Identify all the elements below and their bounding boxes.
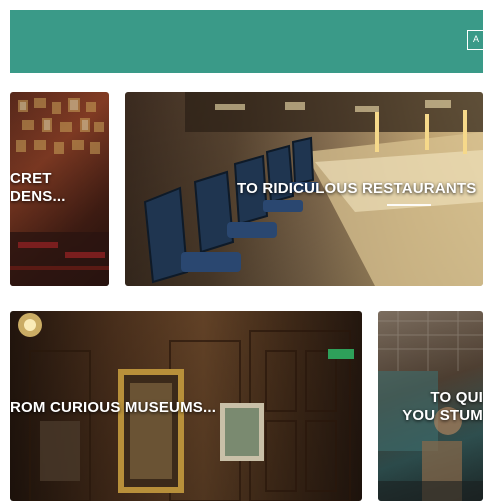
header-banner: [10, 10, 483, 73]
tile-museums-caption: ROM CURIOUS MUSEUMS...: [10, 399, 217, 416]
tile-restaurants[interactable]: TO RIDICULOUS RESTAURANTS: [125, 92, 483, 286]
caption-line: TO QUI: [430, 389, 483, 406]
tile-restaurants-caption: TO RIDICULOUS RESTAURANTS: [237, 180, 476, 206]
tile-quirky[interactable]: TO QUI YOU STUM: [378, 311, 483, 501]
header-menu-button[interactable]: A: [467, 30, 483, 50]
tile-secret-gardens-caption: CRET DENS...: [10, 170, 109, 206]
caption-line: YOU STUM: [402, 407, 483, 424]
caption-line: DENS...: [10, 188, 66, 205]
caption-line: CRET: [10, 170, 52, 187]
tile-secret-gardens[interactable]: CRET DENS...: [10, 92, 109, 286]
tile-museums[interactable]: ROM CURIOUS MUSEUMS...: [10, 311, 362, 501]
tile-quirky-caption: TO QUI YOU STUM: [402, 389, 483, 425]
page: A CRET DENS... TO RIDICULOUS RESTAURANTS…: [0, 0, 483, 501]
